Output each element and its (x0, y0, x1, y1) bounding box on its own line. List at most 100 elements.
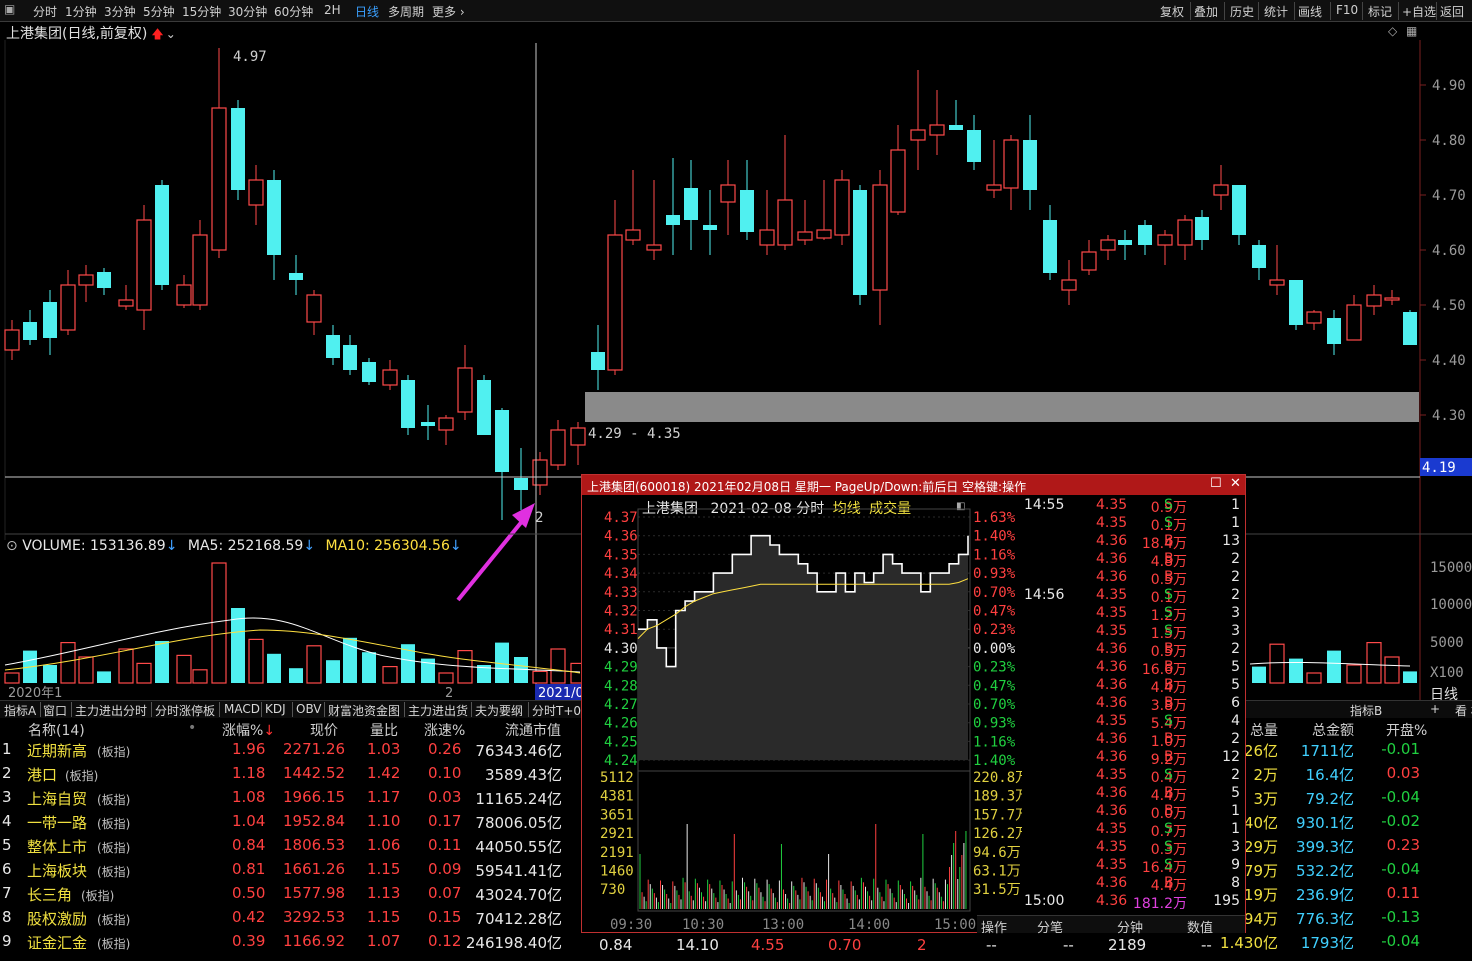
col-header-price[interactable]: 现价 (310, 720, 338, 740)
tab-wealth-pool[interactable]: 财富池资金图 (328, 702, 400, 719)
trade-p: 4.36 (1096, 875, 1128, 891)
tab-indicator-a[interactable]: 指标A (4, 702, 36, 719)
cell-name: 证金汇金 (27, 934, 88, 952)
trade-s: B (1164, 875, 1174, 891)
tab-window[interactable]: 窗口 (43, 702, 67, 719)
period-3min[interactable]: 3分钟 (104, 3, 136, 20)
period-daily[interactable]: 日线 (355, 3, 379, 20)
trade-n: 2 (1231, 641, 1240, 657)
cell-cap: 11165.24亿 (475, 790, 562, 808)
col-header-open-pct[interactable]: 开盘% (1386, 720, 1427, 740)
tab-obv[interactable]: OBV (296, 702, 322, 716)
chevron-right-icon: › (459, 5, 465, 19)
more-menu[interactable]: 更多 › (432, 3, 465, 20)
period-2h[interactable]: 2H (324, 3, 341, 17)
overlay-val-6: -- (986, 936, 997, 954)
candle-body (532, 459, 548, 486)
col-header-name[interactable]: 名称(14) (28, 720, 85, 740)
cell-tag: (板指) (97, 793, 131, 807)
trade-p: 4.36 (1096, 803, 1128, 819)
candle-body (986, 184, 1002, 191)
f10-button[interactable]: F10 (1336, 3, 1358, 17)
pct-tick-label: 0.70% (973, 585, 1016, 601)
period-label[interactable]: 日线 (1430, 684, 1458, 704)
y-tick-label: 4.90 (1432, 78, 1466, 94)
stats-button[interactable]: 统计 (1264, 3, 1288, 20)
trade-s: S (1164, 605, 1173, 621)
tab-macd[interactable]: MACD (224, 702, 260, 716)
col-header-total-volume[interactable]: 总量 (1250, 720, 1278, 740)
period-60min[interactable]: 60分钟 (274, 3, 313, 20)
time-tick-label: 13:00 (762, 917, 804, 933)
col-header-market-cap[interactable]: 流通市值 (505, 720, 561, 740)
trade-n: 5 (1231, 659, 1240, 675)
chevron-down-icon[interactable]: ⌄ (166, 27, 176, 41)
diamond-icon[interactable]: ◇ (1388, 24, 1397, 38)
collapse-icon[interactable]: ⊙ (6, 538, 18, 554)
close-icon[interactable]: ✕ (1230, 476, 1241, 491)
period-multi[interactable]: 多周期 (388, 3, 424, 20)
period-30min[interactable]: 30分钟 (228, 3, 267, 20)
add-watchlist-button[interactable]: +自选 (1402, 3, 1436, 20)
tab-indicator-b[interactable]: 指标B (1350, 702, 1382, 719)
cell-tag: (板指) (97, 937, 131, 951)
col-header-speed[interactable]: 涨速% (424, 720, 465, 740)
trade-row: 4.36 4.4万 B 5 (1022, 785, 1244, 804)
fuquan-button[interactable]: 复权 (1160, 3, 1184, 20)
candle-body (777, 199, 793, 246)
mark-button[interactable]: 标记 (1368, 3, 1392, 20)
trade-p: 4.35 (1096, 605, 1128, 621)
intraday-popup[interactable]: 上港集团(600018) 2021年02月08日 星期一 PageUp/Down… (581, 474, 1246, 936)
add-icon[interactable]: + (1430, 702, 1440, 716)
trade-s: B (1164, 659, 1174, 675)
period-fenshi[interactable]: 分时 (33, 3, 57, 20)
intraday-chart[interactable]: 4.37 4.36 4.35 4.34 4.33 4.32 4.31 4.30 4.29 4.28… (582, 495, 1022, 933)
period-15min[interactable]: 15分钟 (182, 3, 221, 20)
period-1min[interactable]: 1分钟 (65, 3, 97, 20)
candle-body (1061, 279, 1077, 291)
col-header-total-amount[interactable]: 总金额 (1312, 720, 1354, 740)
maximize-icon[interactable]: ☐ (1210, 476, 1222, 491)
layout-icon[interactable]: ▣ (4, 2, 15, 16)
vol-tick-label: 2191 (600, 845, 634, 861)
price-tick-label: 4.26 (604, 716, 638, 732)
vol-tick-label: 5112 (600, 770, 634, 786)
popup-titlebar[interactable]: 上港集团(600018) 2021年02月08日 星期一 PageUp/Down… (582, 475, 1245, 495)
col-header-volume-ratio[interactable]: 量比 (370, 720, 398, 740)
overlay-button[interactable]: 叠加 (1194, 3, 1218, 20)
cell-tag: (板指) (97, 865, 131, 879)
tab-kdj[interactable]: KDJ (265, 702, 286, 716)
draw-line-button[interactable]: 画线 (1298, 3, 1322, 20)
tab-intraday-t0[interactable]: 分时T+0 (532, 702, 581, 719)
back-button[interactable]: 返回 (1440, 3, 1464, 20)
trade-n: 6 (1231, 695, 1240, 711)
settings-icon[interactable]: ▦ (1406, 24, 1417, 38)
candle-body (1023, 140, 1037, 190)
candle-body (1100, 239, 1116, 251)
tab-limit-up-board[interactable]: 分时涨停板 (155, 702, 215, 719)
overlay-val-8: 2189 (1108, 936, 1147, 954)
candle-body (890, 149, 906, 213)
vol-tick-label: 2921 (600, 826, 634, 842)
col-header-change[interactable]: 涨幅%↓ (222, 720, 275, 740)
volume-bar (78, 656, 94, 684)
cell-total-amount: 399.3亿 (1296, 838, 1354, 856)
candle-body (684, 188, 698, 220)
cell-vr: 1.10 (367, 812, 401, 830)
trade-n: 1 (1231, 515, 1240, 531)
y-tick-label: 4.70 (1432, 188, 1466, 204)
tab-main-flow-intraday[interactable]: 主力进出分时 (75, 702, 147, 719)
cell-name: 近期新高 (27, 742, 88, 760)
time-tick-label: 09:30 (610, 917, 652, 933)
candle-body (1003, 139, 1019, 189)
vol-right-tick-label: 189.3万 (973, 789, 1022, 805)
period-5min[interactable]: 5分钟 (143, 3, 175, 20)
cell-tag: (板指) (97, 841, 131, 855)
candle-body (666, 215, 680, 225)
tab-dashboard[interactable]: 看 板 (1455, 702, 1472, 719)
tab-main-inout[interactable]: 主力进出货 (408, 702, 468, 719)
cell-total-amount: 236.9亿 (1296, 886, 1354, 904)
history-button[interactable]: 历史 (1230, 3, 1254, 20)
tab-fuweiyaogang[interactable]: 夫为要纲 (475, 702, 523, 719)
volume-bar (176, 654, 192, 684)
